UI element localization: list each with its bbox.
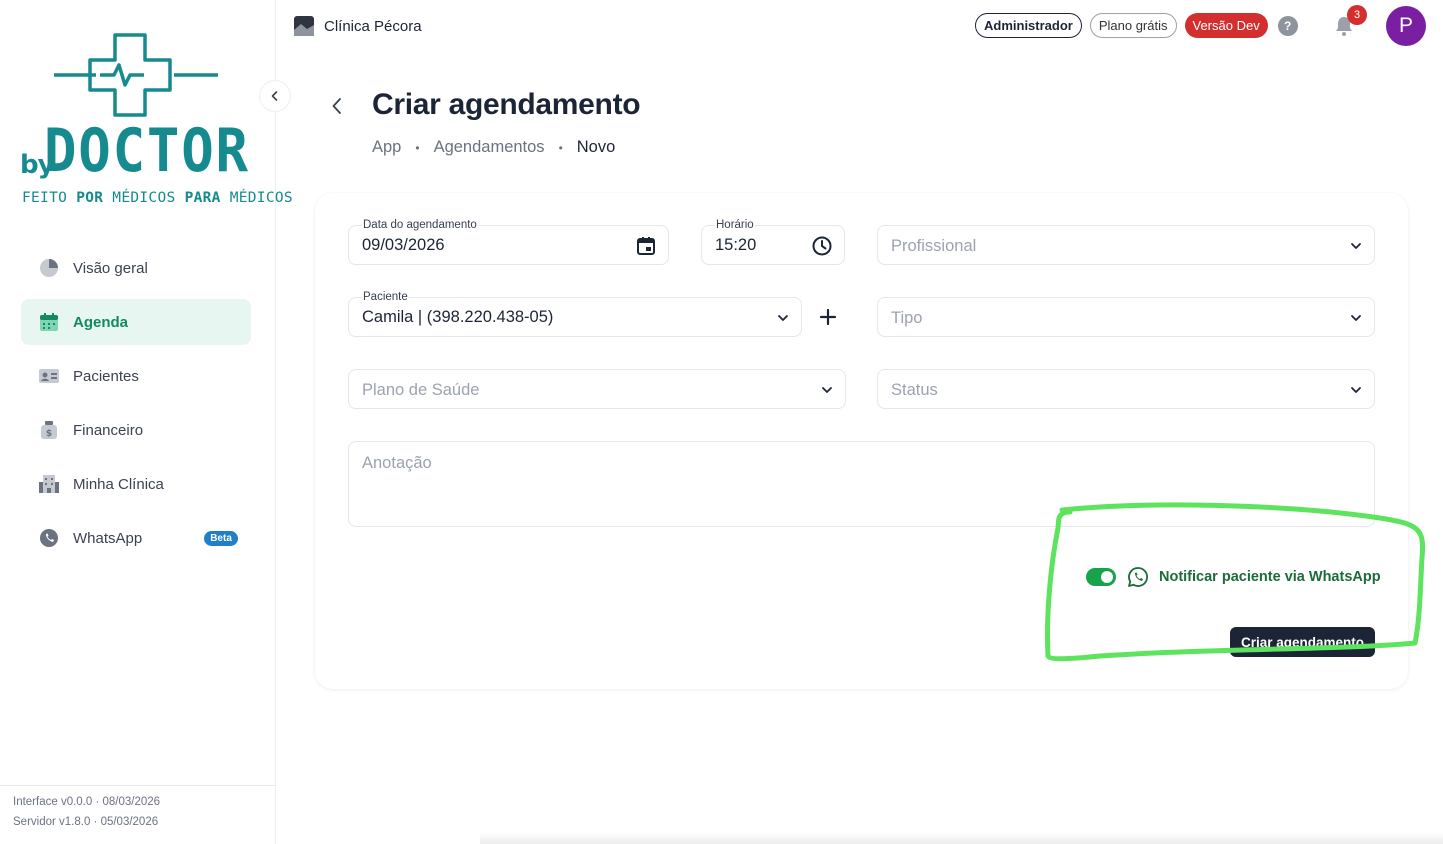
logo-by: by [20, 150, 55, 180]
toggle-knob [1101, 571, 1113, 583]
logo-wordmark: DOCTOR [44, 116, 250, 186]
status-placeholder: Status [891, 381, 938, 399]
sidebar-item-minha-clinica[interactable]: Minha Clínica [21, 461, 251, 507]
server-version: Servidor v1.8.0 · 05/03/2026 [13, 816, 159, 828]
breadcrumb-app[interactable]: App [372, 138, 401, 157]
type-select[interactable]: Tipo [877, 297, 1375, 337]
role-badge[interactable]: Administrador [975, 13, 1082, 38]
professional-select[interactable]: Profissional [877, 225, 1375, 265]
page-title: Criar agendamento [372, 88, 641, 121]
sidebar-item-label: Minha Clínica [73, 475, 164, 493]
type-placeholder: Tipo [891, 309, 923, 327]
date-field-label: Data do agendamento [362, 218, 478, 232]
pie-chart-icon [38, 257, 60, 279]
breadcrumb-current: Novo [576, 138, 616, 156]
calendar-icon[interactable] [634, 234, 658, 258]
collapse-sidebar-button[interactable] [259, 80, 291, 112]
professional-placeholder: Profissional [891, 237, 977, 255]
chevron-down-icon [1351, 387, 1361, 393]
time-field[interactable]: Horário 15:20 [701, 218, 845, 265]
whatsapp-notify-label: Notificar paciente via WhatsApp [1159, 569, 1381, 585]
help-icon[interactable]: ? [1277, 15, 1298, 36]
date-field-value: 09/03/2026 [362, 236, 445, 254]
notes-placeholder: Anotação [362, 454, 432, 472]
status-select[interactable]: Status [877, 369, 1375, 409]
breadcrumb-separator: • [415, 140, 420, 155]
sidebar-item-label: Financeiro [73, 421, 144, 439]
notes-textarea[interactable]: Anotação [348, 441, 1375, 527]
breadcrumb-agendamentos[interactable]: Agendamentos [434, 138, 545, 157]
version-info: Interface v0.0.0 · 08/03/2026 Servidor v… [0, 785, 276, 832]
create-appointment-button[interactable]: Criar agendamento [1230, 627, 1375, 657]
whatsapp-notify-toggle[interactable] [1086, 568, 1116, 586]
version-badge[interactable]: Versão Dev [1184, 13, 1268, 38]
plus-icon [819, 308, 837, 326]
time-field-value: 15:20 [715, 236, 757, 254]
interface-version: Interface v0.0.0 · 08/03/2026 [13, 796, 161, 808]
breadcrumb: App • Agendamentos • Novo [372, 138, 615, 157]
chevron-left-icon [271, 91, 278, 101]
calendar-icon [38, 311, 60, 333]
plan-badge[interactable]: Plano grátis [1089, 13, 1177, 38]
whatsapp-icon [1127, 566, 1149, 588]
sidebar-item-label: WhatsApp [73, 529, 143, 547]
breadcrumb-separator: • [558, 140, 563, 155]
sidebar-item-pacientes[interactable]: Pacientes [21, 353, 251, 399]
id-card-icon [38, 365, 60, 387]
logo-tagline: FEITO POR MÉDICOS PARA MÉDICOS [22, 190, 293, 206]
sidebar-item-label: Visão geral [73, 259, 148, 277]
patient-select[interactable]: Paciente Camila | (398.220.438-05) [348, 290, 802, 337]
beta-badge: Beta [204, 530, 238, 546]
whatsapp-icon [38, 527, 60, 549]
add-patient-button[interactable] [814, 303, 842, 331]
chevron-down-icon [822, 387, 832, 393]
health-plan-placeholder: Plano de Saúde [362, 381, 480, 399]
sidebar-nav: Visão geral Agenda Pacientes $ Financeir… [21, 245, 251, 569]
sidebar-item-label: Pacientes [73, 367, 139, 385]
patient-field-value: Camila | (398.220.438-05) [362, 308, 554, 326]
sidebar: DOCTOR by FEITO POR MÉDICOS PARA MÉDICOS… [0, 0, 293, 844]
sidebar-item-agenda[interactable]: Agenda [21, 299, 251, 345]
chevron-down-icon [778, 315, 788, 321]
patient-field-label: Paciente [362, 290, 409, 304]
medical-cross-logo-icon [54, 33, 218, 117]
sidebar-item-financeiro[interactable]: $ Financeiro [21, 407, 251, 453]
sidebar-item-label: Agenda [73, 313, 129, 331]
money-bag-icon: $ [38, 419, 60, 441]
health-plan-select[interactable]: Plano de Saúde [348, 369, 846, 409]
svg-text:$: $ [46, 429, 52, 439]
bydoctor-logo[interactable]: DOCTOR by FEITO POR MÉDICOS PARA MÉDICOS [20, 30, 293, 210]
chevron-down-icon [1351, 315, 1361, 321]
date-field[interactable]: Data do agendamento 09/03/2026 [348, 218, 669, 265]
building-icon [38, 473, 60, 495]
sidebar-item-whatsapp[interactable]: WhatsApp Beta [21, 515, 251, 561]
clinic-name: Clínica Pécora [324, 17, 422, 35]
clinic-selector[interactable]: Clínica Pécora [294, 15, 422, 37]
notification-count-badge: 3 [1347, 5, 1367, 25]
clinic-image-icon [294, 16, 314, 36]
bottom-edge-shadow [480, 832, 1443, 844]
clock-icon[interactable] [810, 234, 834, 258]
whatsapp-notify-row: Notificar paciente via WhatsApp [1086, 566, 1381, 588]
sidebar-item-visao-geral[interactable]: Visão geral [21, 245, 251, 291]
header-badges: Administrador Plano grátis Versão Dev ? [975, 13, 1298, 38]
chevron-down-icon [1351, 243, 1361, 249]
chevron-left-icon [332, 98, 341, 114]
avatar[interactable]: P [1386, 6, 1426, 46]
back-button[interactable] [326, 94, 348, 118]
time-field-label: Horário [715, 218, 755, 232]
